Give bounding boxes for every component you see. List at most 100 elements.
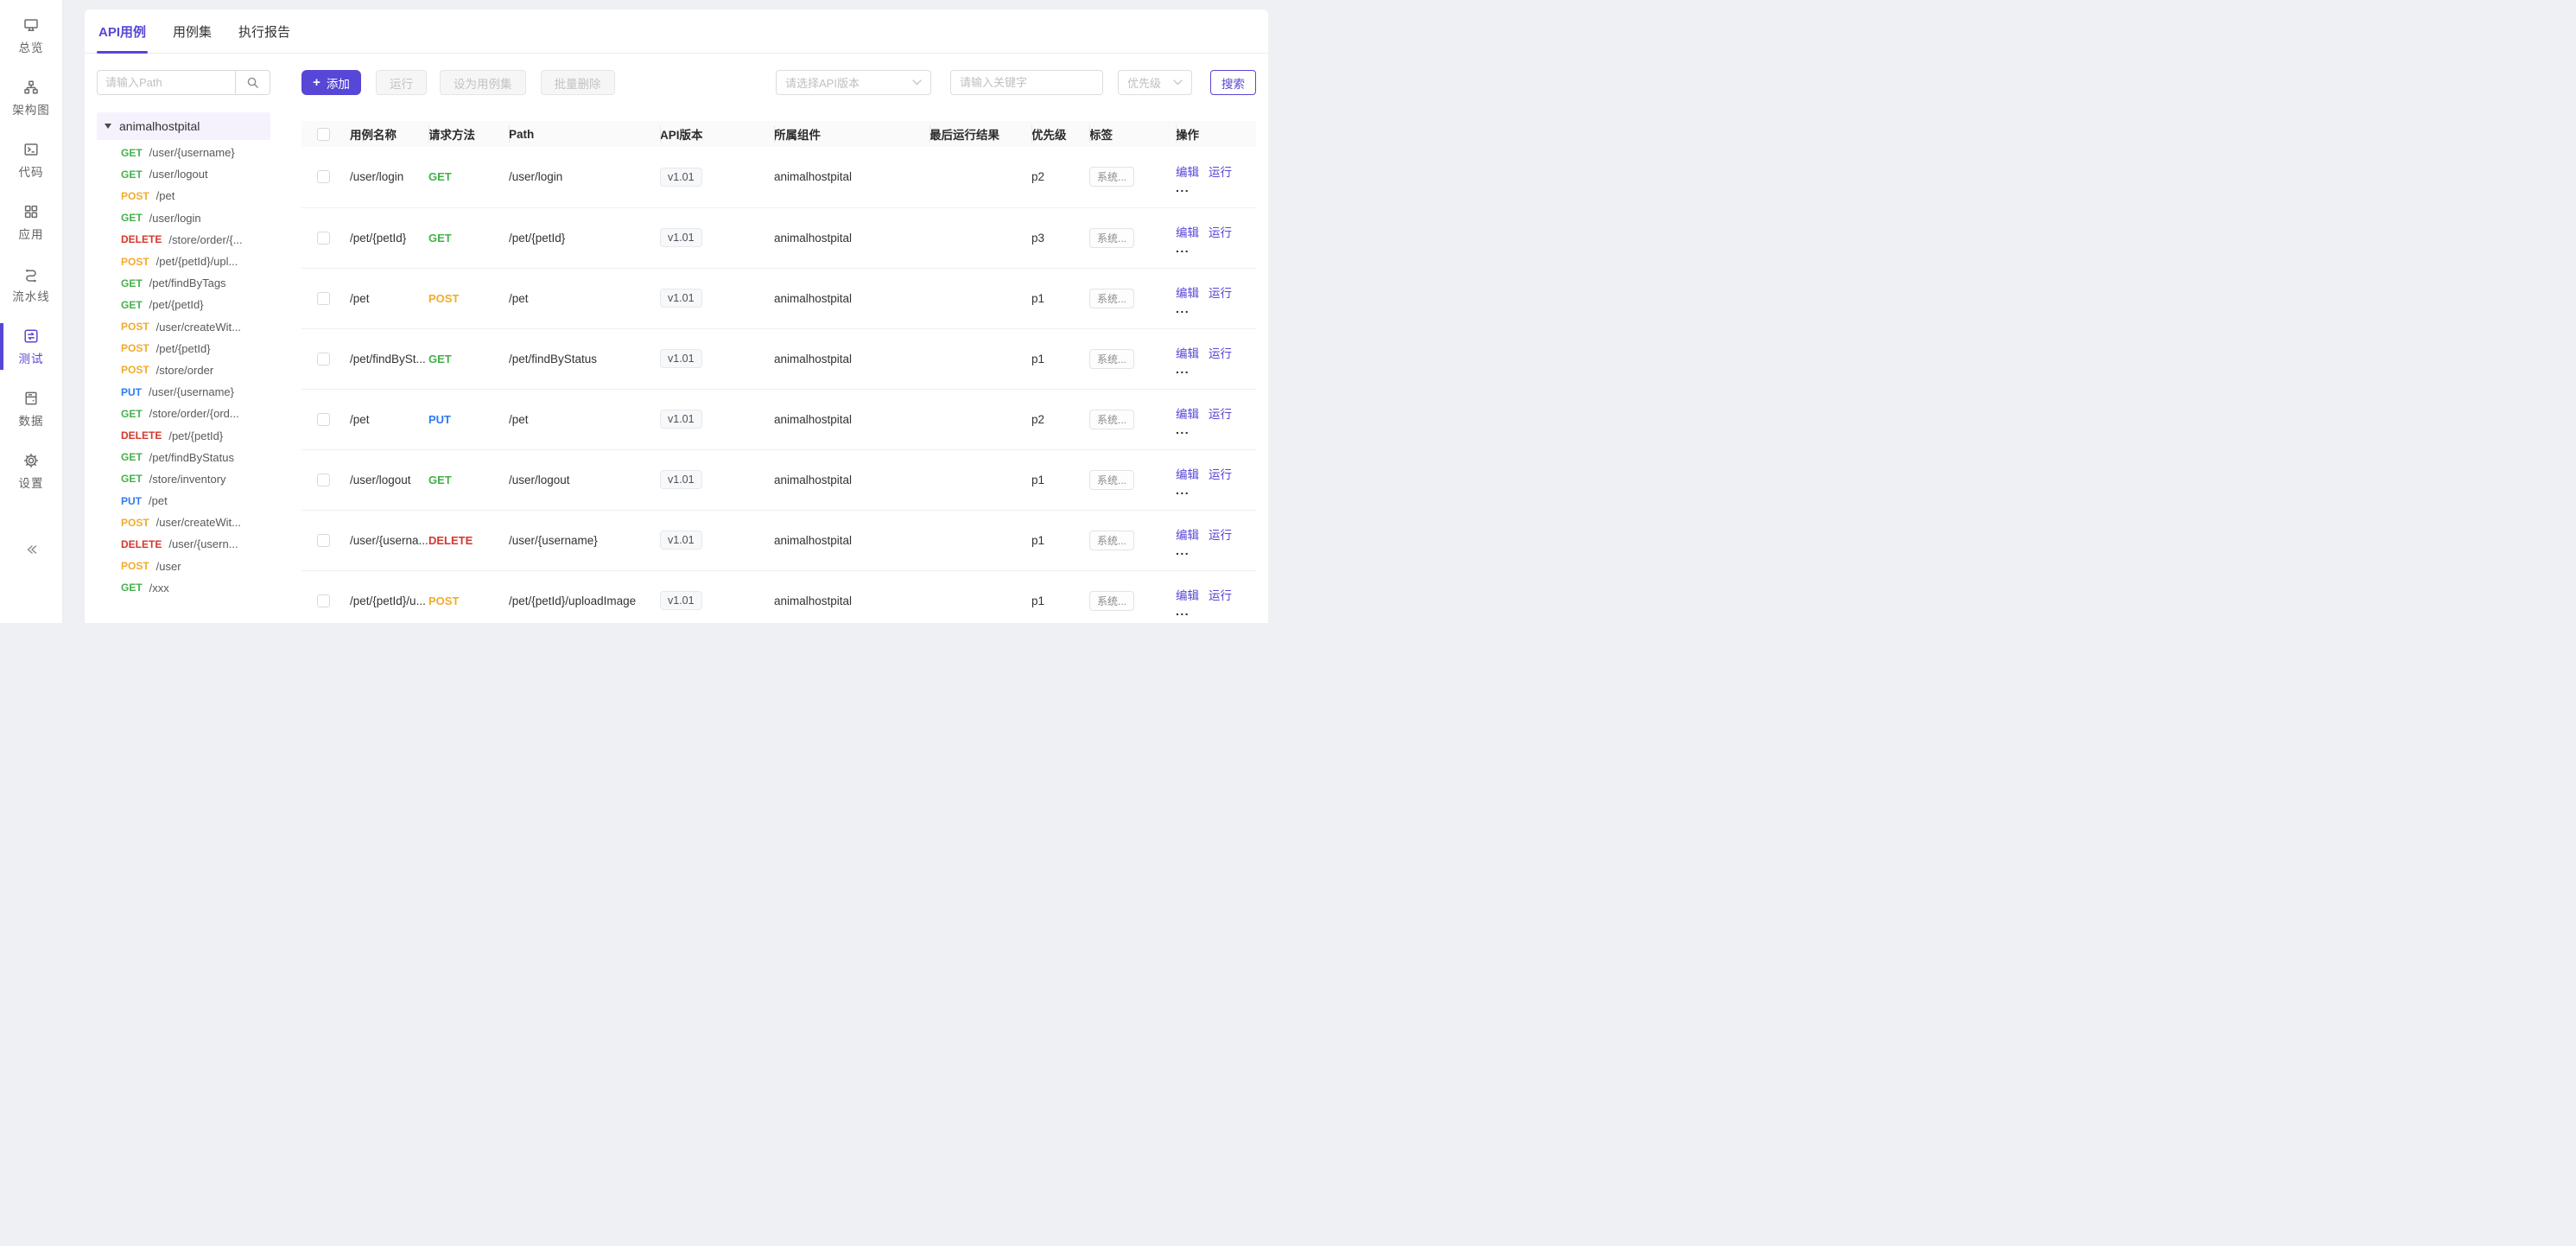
more-actions-button[interactable]: ... [1176, 546, 1256, 555]
search-button[interactable]: 搜索 [1210, 70, 1256, 95]
tree-item[interactable]: GET /pet/findByTags [97, 272, 270, 294]
tree-item[interactable]: GET /xxx [97, 577, 270, 599]
collapse-sidebar-button[interactable] [22, 541, 40, 563]
tree-item[interactable]: GET /user/login [97, 207, 270, 229]
row-checkbox[interactable] [317, 353, 330, 366]
tree-item[interactable]: GET /pet/findByStatus [97, 447, 270, 468]
run-link[interactable]: 运行 [1209, 589, 1232, 602]
tag-badge[interactable]: 系统... [1089, 410, 1134, 429]
tag-badge[interactable]: 系统... [1089, 470, 1134, 490]
sidebar-item-architecture[interactable]: 架构图 [0, 73, 62, 123]
endpoint-path: /store/order [156, 364, 213, 377]
run-link[interactable]: 运行 [1209, 166, 1232, 179]
tag-badge[interactable]: 系统... [1089, 289, 1134, 308]
sidebar-item-test[interactable]: 测试 [0, 321, 62, 372]
tree-item[interactable]: POST /user/createWit... [97, 512, 270, 533]
sidebar-item-label: 设置 [19, 474, 44, 491]
edit-link[interactable]: 编辑 [1176, 226, 1199, 239]
tree-item[interactable]: GET /pet/{petId} [97, 294, 270, 315]
more-actions-button[interactable]: ... [1176, 607, 1256, 615]
row-checkbox[interactable] [317, 413, 330, 426]
keyword-input[interactable] [950, 70, 1103, 95]
path-search-input[interactable] [97, 70, 236, 95]
tree-item[interactable]: POST /user [97, 556, 270, 577]
case-name: /pet [350, 292, 370, 305]
run-link[interactable]: 运行 [1209, 347, 1232, 360]
add-button[interactable]: + 添加 [301, 70, 361, 95]
tab-api-cases[interactable]: API用例 [97, 10, 148, 53]
run-link[interactable]: 运行 [1209, 468, 1232, 481]
more-actions-button[interactable]: ... [1176, 244, 1256, 252]
tree-item[interactable]: POST /pet/{petId}/upl... [97, 251, 270, 272]
select-all-checkbox[interactable] [317, 128, 330, 141]
toolbar: + 添加 运行 设为用例集 批量删除 请选择API版本 优先级 [301, 70, 1256, 95]
tree-item[interactable]: DELETE /store/order/{... [97, 229, 270, 251]
row-checkbox[interactable] [317, 170, 330, 183]
row-checkbox[interactable] [317, 534, 330, 547]
tag-badge[interactable]: 系统... [1089, 349, 1134, 369]
tree-search-row [97, 70, 270, 95]
edit-link[interactable]: 编辑 [1176, 347, 1199, 360]
tag-badge[interactable]: 系统... [1089, 591, 1134, 611]
run-link[interactable]: 运行 [1209, 529, 1232, 542]
priority-select[interactable]: 优先级 [1118, 70, 1192, 95]
tree-item[interactable]: GET /user/{username} [97, 142, 270, 163]
component-cell: animalhostpital [774, 570, 930, 631]
tree-item[interactable]: GET /store/inventory [97, 468, 270, 490]
tree-search-button[interactable] [236, 70, 270, 95]
edit-link[interactable]: 编辑 [1176, 287, 1199, 300]
row-checkbox[interactable] [317, 594, 330, 607]
tree-item[interactable]: GET /store/order/{ord... [97, 403, 270, 424]
tab-exec-reports[interactable]: 执行报告 [237, 10, 292, 53]
col-case-name: 用例名称 [350, 121, 428, 147]
sidebar-item-settings[interactable]: 设置 [0, 446, 62, 496]
run-link[interactable]: 运行 [1209, 408, 1232, 421]
api-version-select[interactable]: 请选择API版本 [776, 70, 931, 95]
sidebar-item-data[interactable]: 数据 [0, 384, 62, 434]
tree-root-label: animalhostpital [119, 119, 200, 133]
table-row: /user/logout GET /user/logout v1.01 anim… [301, 449, 1256, 510]
tag-badge[interactable]: 系统... [1089, 531, 1134, 550]
tab-case-sets[interactable]: 用例集 [171, 10, 213, 53]
row-checkbox[interactable] [317, 232, 330, 245]
tree-root-node[interactable]: animalhostpital [97, 112, 270, 140]
sidebar-item-apps[interactable]: 应用 [0, 197, 62, 247]
batch-delete-button[interactable]: 批量删除 [541, 70, 615, 95]
more-actions-button[interactable]: ... [1176, 365, 1256, 373]
tree-item[interactable]: DELETE /user/{usern... [97, 533, 270, 555]
priority-placeholder: 优先级 [1127, 74, 1173, 91]
edit-link[interactable]: 编辑 [1176, 166, 1199, 179]
content-area: animalhostpital GET /user/{username} GET… [85, 54, 1268, 623]
edit-link[interactable]: 编辑 [1176, 468, 1199, 481]
row-checkbox[interactable] [317, 292, 330, 305]
edit-link[interactable]: 编辑 [1176, 408, 1199, 421]
more-actions-button[interactable]: ... [1176, 486, 1256, 494]
sidebar-item-pipeline[interactable]: 流水线 [0, 259, 62, 309]
tree-item[interactable]: GET /user/logout [97, 163, 270, 185]
tree-item[interactable]: POST /pet/{petId} [97, 338, 270, 359]
edit-link[interactable]: 编辑 [1176, 589, 1199, 602]
sidebar-item-overview[interactable]: 总览 [0, 10, 62, 60]
case-name-cell: /pet/{petId} [350, 207, 428, 268]
priority-cell: p1 [1031, 268, 1089, 328]
api-version-placeholder: 请选择API版本 [785, 74, 912, 91]
run-button[interactable]: 运行 [376, 70, 427, 95]
tree-item[interactable]: PUT /user/{username} [97, 381, 270, 403]
tree-item[interactable]: POST /store/order [97, 359, 270, 381]
sidebar-item-code[interactable]: 代码 [0, 135, 62, 185]
tree-item[interactable]: DELETE /pet/{petId} [97, 424, 270, 446]
tree-item[interactable]: POST /user/createWit... [97, 316, 270, 338]
endpoint-path: /user/{username} [149, 385, 234, 398]
run-link[interactable]: 运行 [1209, 226, 1232, 239]
edit-link[interactable]: 编辑 [1176, 529, 1199, 542]
set-as-suite-button[interactable]: 设为用例集 [440, 70, 526, 95]
tag-badge[interactable]: 系统... [1089, 228, 1134, 248]
tag-badge[interactable]: 系统... [1089, 167, 1134, 187]
tree-item[interactable]: POST /pet [97, 185, 270, 207]
more-actions-button[interactable]: ... [1176, 183, 1256, 192]
more-actions-button[interactable]: ... [1176, 304, 1256, 313]
tree-item[interactable]: PUT /pet [97, 490, 270, 512]
more-actions-button[interactable]: ... [1176, 425, 1256, 434]
run-link[interactable]: 运行 [1209, 287, 1232, 300]
row-checkbox[interactable] [317, 474, 330, 486]
